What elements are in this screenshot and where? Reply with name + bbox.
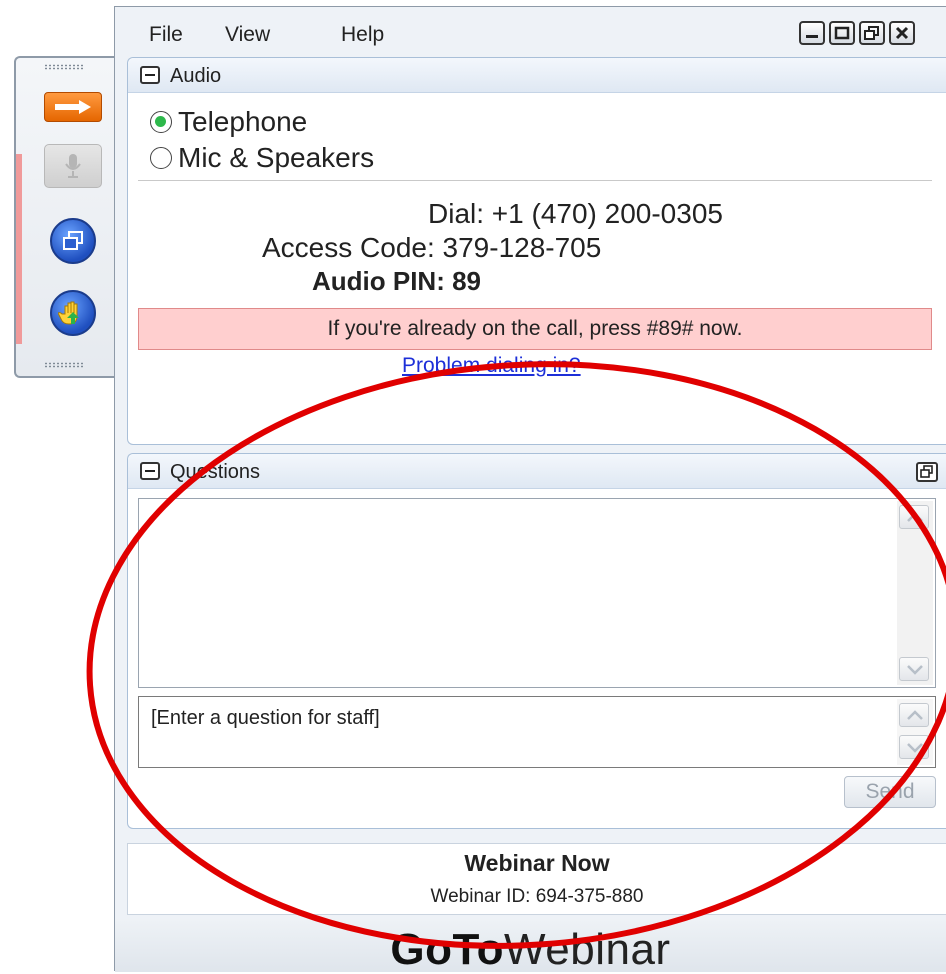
show-panel-button[interactable]	[44, 92, 102, 122]
question-input-scrollbar[interactable]	[897, 699, 933, 765]
restore-icon	[864, 26, 879, 40]
collapse-audio-icon[interactable]	[140, 66, 160, 84]
access-code: Access Code: 379-128-705	[262, 232, 602, 263]
minimize-icon	[806, 35, 818, 38]
send-button[interactable]: Send	[844, 776, 936, 808]
toolbar-grip-top[interactable]	[44, 64, 84, 70]
maximize-icon	[834, 26, 850, 40]
questions-panel-header: Questions	[128, 454, 946, 489]
questions-panel: Questions [Enter a question for staff] S…	[127, 453, 946, 829]
chevron-down-icon	[907, 665, 923, 675]
chevron-up-icon	[907, 710, 923, 720]
already-on-call-notice: If you're already on the call, press #89…	[138, 308, 932, 350]
problem-dialing-link[interactable]: Problem dialing in?	[402, 354, 581, 378]
questions-panel-title: Questions	[170, 461, 261, 483]
webinar-name: Webinar Now	[464, 850, 610, 876]
microphone-button[interactable]	[44, 144, 102, 188]
popout-icon	[63, 231, 83, 250]
brand-bar: GoToWebinar	[115, 919, 946, 974]
question-input[interactable]: [Enter a question for staff]	[138, 696, 936, 768]
telephone-option[interactable]: Telephone	[150, 106, 307, 138]
close-icon	[895, 26, 909, 40]
microphone-icon	[65, 154, 81, 178]
webinar-info: Webinar Now Webinar ID: 694-375-880	[127, 843, 946, 915]
close-button[interactable]	[889, 21, 915, 45]
questions-log-scrollbar[interactable]	[897, 501, 933, 685]
chevron-down-icon	[907, 743, 923, 753]
collapse-questions-icon[interactable]	[140, 462, 160, 480]
input-scroll-down-button[interactable]	[899, 735, 929, 759]
menu-file[interactable]: File	[149, 23, 183, 47]
input-scroll-up-button[interactable]	[899, 703, 929, 727]
minimize-button[interactable]	[799, 21, 825, 45]
gotowebinar-logo: GoToWebinar	[390, 925, 670, 974]
maximize-button[interactable]	[829, 21, 855, 45]
raise-hand-icon	[58, 301, 79, 325]
audio-panel: Audio Telephone Mic & Speakers Dial: +1 …	[127, 57, 946, 445]
webinar-id: Webinar ID: 694-375-880	[430, 886, 644, 907]
control-panel-window: File View Help Audio Telephone Mic & Spe…	[114, 6, 946, 974]
audio-divider	[138, 180, 932, 181]
audio-pin: Audio PIN: 89	[312, 266, 482, 296]
scroll-up-button[interactable]	[899, 505, 929, 529]
logo-webinar-text: Webinar	[504, 925, 671, 974]
menu-bar: File View Help	[115, 7, 946, 55]
telephone-label: Telephone	[178, 106, 308, 137]
toolbar-indicator-strip	[16, 154, 22, 344]
arrow-right-icon	[55, 100, 91, 114]
telephone-radio[interactable]	[150, 111, 172, 133]
mic-speakers-label: Mic & Speakers	[178, 142, 375, 173]
popout-questions-icon[interactable]	[916, 462, 938, 482]
chevron-up-icon	[907, 512, 923, 522]
logo-goto-text: GoTo	[390, 925, 505, 974]
popout-button[interactable]	[50, 218, 96, 264]
menu-view[interactable]: View	[225, 23, 270, 47]
dial-number: Dial: +1 (470) 200-0305	[428, 198, 723, 229]
question-input-placeholder: [Enter a question for staff]	[151, 707, 380, 729]
raise-hand-button[interactable]	[50, 290, 96, 336]
floating-toolbar	[14, 56, 114, 378]
scroll-down-button[interactable]	[899, 657, 929, 681]
restore-button[interactable]	[859, 21, 885, 45]
questions-log[interactable]	[138, 498, 936, 688]
audio-panel-title: Audio	[170, 65, 222, 87]
mic-speakers-radio[interactable]	[150, 147, 172, 169]
menu-help[interactable]: Help	[341, 23, 384, 47]
mic-speakers-option[interactable]: Mic & Speakers	[150, 142, 374, 174]
toolbar-grip-bottom[interactable]	[44, 362, 84, 368]
audio-panel-header: Audio	[128, 58, 946, 93]
